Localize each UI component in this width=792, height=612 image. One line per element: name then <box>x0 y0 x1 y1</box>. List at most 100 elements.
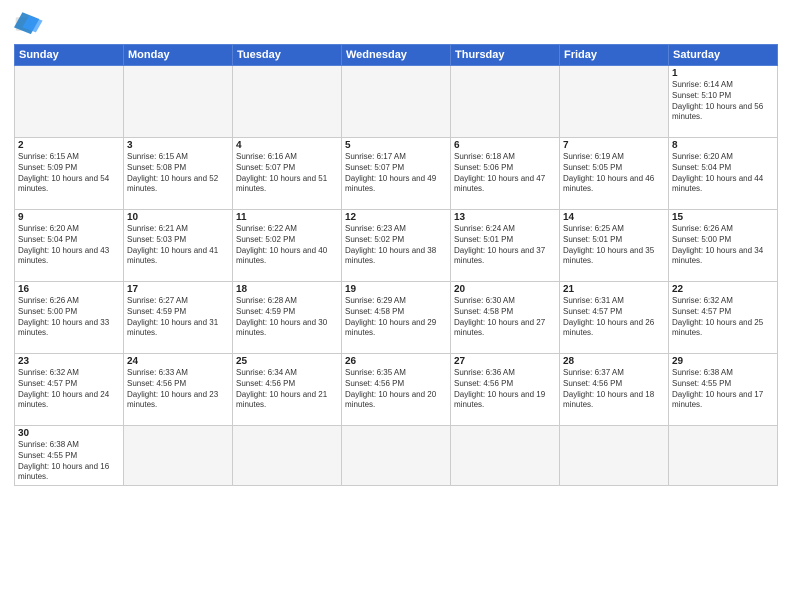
calendar-cell: 14Sunrise: 6:25 AMSunset: 5:01 PMDayligh… <box>560 210 669 282</box>
calendar-cell <box>233 426 342 486</box>
weekday-header-tuesday: Tuesday <box>233 45 342 66</box>
calendar-cell: 10Sunrise: 6:21 AMSunset: 5:03 PMDayligh… <box>124 210 233 282</box>
day-info: Sunrise: 6:32 AMSunset: 4:57 PMDaylight:… <box>672 296 774 339</box>
day-number: 5 <box>345 140 447 151</box>
week-row-4: 16Sunrise: 6:26 AMSunset: 5:00 PMDayligh… <box>15 282 778 354</box>
day-number: 22 <box>672 284 774 295</box>
day-info: Sunrise: 6:36 AMSunset: 4:56 PMDaylight:… <box>454 368 556 411</box>
calendar-cell <box>342 426 451 486</box>
calendar-cell: 16Sunrise: 6:26 AMSunset: 5:00 PMDayligh… <box>15 282 124 354</box>
calendar-cell: 27Sunrise: 6:36 AMSunset: 4:56 PMDayligh… <box>451 354 560 426</box>
day-info: Sunrise: 6:15 AMSunset: 5:08 PMDaylight:… <box>127 152 229 195</box>
day-info: Sunrise: 6:19 AMSunset: 5:05 PMDaylight:… <box>563 152 665 195</box>
day-number: 6 <box>454 140 556 151</box>
day-info: Sunrise: 6:38 AMSunset: 4:55 PMDaylight:… <box>672 368 774 411</box>
day-info: Sunrise: 6:14 AMSunset: 5:10 PMDaylight:… <box>672 80 774 123</box>
day-info: Sunrise: 6:15 AMSunset: 5:09 PMDaylight:… <box>18 152 120 195</box>
calendar-cell: 13Sunrise: 6:24 AMSunset: 5:01 PMDayligh… <box>451 210 560 282</box>
day-info: Sunrise: 6:28 AMSunset: 4:59 PMDaylight:… <box>236 296 338 339</box>
calendar-cell: 12Sunrise: 6:23 AMSunset: 5:02 PMDayligh… <box>342 210 451 282</box>
calendar-cell: 3Sunrise: 6:15 AMSunset: 5:08 PMDaylight… <box>124 138 233 210</box>
calendar-cell <box>124 66 233 138</box>
header <box>14 10 778 38</box>
calendar-cell <box>124 426 233 486</box>
day-info: Sunrise: 6:23 AMSunset: 5:02 PMDaylight:… <box>345 224 447 267</box>
calendar-cell: 15Sunrise: 6:26 AMSunset: 5:00 PMDayligh… <box>669 210 778 282</box>
day-number: 30 <box>18 428 120 439</box>
weekday-header-row: SundayMondayTuesdayWednesdayThursdayFrid… <box>15 45 778 66</box>
calendar-cell: 17Sunrise: 6:27 AMSunset: 4:59 PMDayligh… <box>124 282 233 354</box>
weekday-header-sunday: Sunday <box>15 45 124 66</box>
day-info: Sunrise: 6:37 AMSunset: 4:56 PMDaylight:… <box>563 368 665 411</box>
calendar-cell: 18Sunrise: 6:28 AMSunset: 4:59 PMDayligh… <box>233 282 342 354</box>
week-row-6: 30Sunrise: 6:38 AMSunset: 4:55 PMDayligh… <box>15 426 778 486</box>
day-info: Sunrise: 6:33 AMSunset: 4:56 PMDaylight:… <box>127 368 229 411</box>
logo <box>14 10 50 38</box>
calendar: SundayMondayTuesdayWednesdayThursdayFrid… <box>14 44 778 486</box>
calendar-cell: 6Sunrise: 6:18 AMSunset: 5:06 PMDaylight… <box>451 138 560 210</box>
day-number: 4 <box>236 140 338 151</box>
day-info: Sunrise: 6:34 AMSunset: 4:56 PMDaylight:… <box>236 368 338 411</box>
calendar-cell: 2Sunrise: 6:15 AMSunset: 5:09 PMDaylight… <box>15 138 124 210</box>
day-number: 23 <box>18 356 120 367</box>
day-info: Sunrise: 6:18 AMSunset: 5:06 PMDaylight:… <box>454 152 556 195</box>
calendar-cell: 29Sunrise: 6:38 AMSunset: 4:55 PMDayligh… <box>669 354 778 426</box>
day-number: 9 <box>18 212 120 223</box>
day-number: 3 <box>127 140 229 151</box>
calendar-cell: 1Sunrise: 6:14 AMSunset: 5:10 PMDaylight… <box>669 66 778 138</box>
day-number: 10 <box>127 212 229 223</box>
calendar-cell <box>451 426 560 486</box>
day-info: Sunrise: 6:20 AMSunset: 5:04 PMDaylight:… <box>18 224 120 267</box>
calendar-cell: 23Sunrise: 6:32 AMSunset: 4:57 PMDayligh… <box>15 354 124 426</box>
day-info: Sunrise: 6:29 AMSunset: 4:58 PMDaylight:… <box>345 296 447 339</box>
day-info: Sunrise: 6:26 AMSunset: 5:00 PMDaylight:… <box>18 296 120 339</box>
day-number: 14 <box>563 212 665 223</box>
calendar-cell <box>342 66 451 138</box>
day-info: Sunrise: 6:31 AMSunset: 4:57 PMDaylight:… <box>563 296 665 339</box>
week-row-2: 2Sunrise: 6:15 AMSunset: 5:09 PMDaylight… <box>15 138 778 210</box>
calendar-cell <box>15 66 124 138</box>
day-info: Sunrise: 6:32 AMSunset: 4:57 PMDaylight:… <box>18 368 120 411</box>
day-number: 13 <box>454 212 556 223</box>
page: SundayMondayTuesdayWednesdayThursdayFrid… <box>0 0 792 612</box>
logo-icon <box>14 10 46 38</box>
calendar-cell: 24Sunrise: 6:33 AMSunset: 4:56 PMDayligh… <box>124 354 233 426</box>
day-number: 18 <box>236 284 338 295</box>
day-number: 29 <box>672 356 774 367</box>
day-number: 11 <box>236 212 338 223</box>
weekday-header-thursday: Thursday <box>451 45 560 66</box>
calendar-cell <box>669 426 778 486</box>
calendar-cell: 19Sunrise: 6:29 AMSunset: 4:58 PMDayligh… <box>342 282 451 354</box>
week-row-5: 23Sunrise: 6:32 AMSunset: 4:57 PMDayligh… <box>15 354 778 426</box>
day-info: Sunrise: 6:21 AMSunset: 5:03 PMDaylight:… <box>127 224 229 267</box>
day-info: Sunrise: 6:35 AMSunset: 4:56 PMDaylight:… <box>345 368 447 411</box>
day-number: 26 <box>345 356 447 367</box>
day-info: Sunrise: 6:38 AMSunset: 4:55 PMDaylight:… <box>18 440 120 483</box>
day-info: Sunrise: 6:20 AMSunset: 5:04 PMDaylight:… <box>672 152 774 195</box>
calendar-cell <box>233 66 342 138</box>
day-info: Sunrise: 6:16 AMSunset: 5:07 PMDaylight:… <box>236 152 338 195</box>
day-number: 2 <box>18 140 120 151</box>
day-info: Sunrise: 6:17 AMSunset: 5:07 PMDaylight:… <box>345 152 447 195</box>
calendar-cell: 21Sunrise: 6:31 AMSunset: 4:57 PMDayligh… <box>560 282 669 354</box>
calendar-cell: 22Sunrise: 6:32 AMSunset: 4:57 PMDayligh… <box>669 282 778 354</box>
day-number: 19 <box>345 284 447 295</box>
calendar-cell: 9Sunrise: 6:20 AMSunset: 5:04 PMDaylight… <box>15 210 124 282</box>
day-info: Sunrise: 6:22 AMSunset: 5:02 PMDaylight:… <box>236 224 338 267</box>
calendar-cell: 20Sunrise: 6:30 AMSunset: 4:58 PMDayligh… <box>451 282 560 354</box>
weekday-header-saturday: Saturday <box>669 45 778 66</box>
week-row-1: 1Sunrise: 6:14 AMSunset: 5:10 PMDaylight… <box>15 66 778 138</box>
day-number: 15 <box>672 212 774 223</box>
day-number: 24 <box>127 356 229 367</box>
day-info: Sunrise: 6:24 AMSunset: 5:01 PMDaylight:… <box>454 224 556 267</box>
calendar-cell: 8Sunrise: 6:20 AMSunset: 5:04 PMDaylight… <box>669 138 778 210</box>
weekday-header-wednesday: Wednesday <box>342 45 451 66</box>
calendar-cell: 25Sunrise: 6:34 AMSunset: 4:56 PMDayligh… <box>233 354 342 426</box>
calendar-cell: 5Sunrise: 6:17 AMSunset: 5:07 PMDaylight… <box>342 138 451 210</box>
day-number: 12 <box>345 212 447 223</box>
day-number: 16 <box>18 284 120 295</box>
calendar-cell: 30Sunrise: 6:38 AMSunset: 4:55 PMDayligh… <box>15 426 124 486</box>
day-info: Sunrise: 6:27 AMSunset: 4:59 PMDaylight:… <box>127 296 229 339</box>
calendar-cell <box>560 426 669 486</box>
day-number: 21 <box>563 284 665 295</box>
